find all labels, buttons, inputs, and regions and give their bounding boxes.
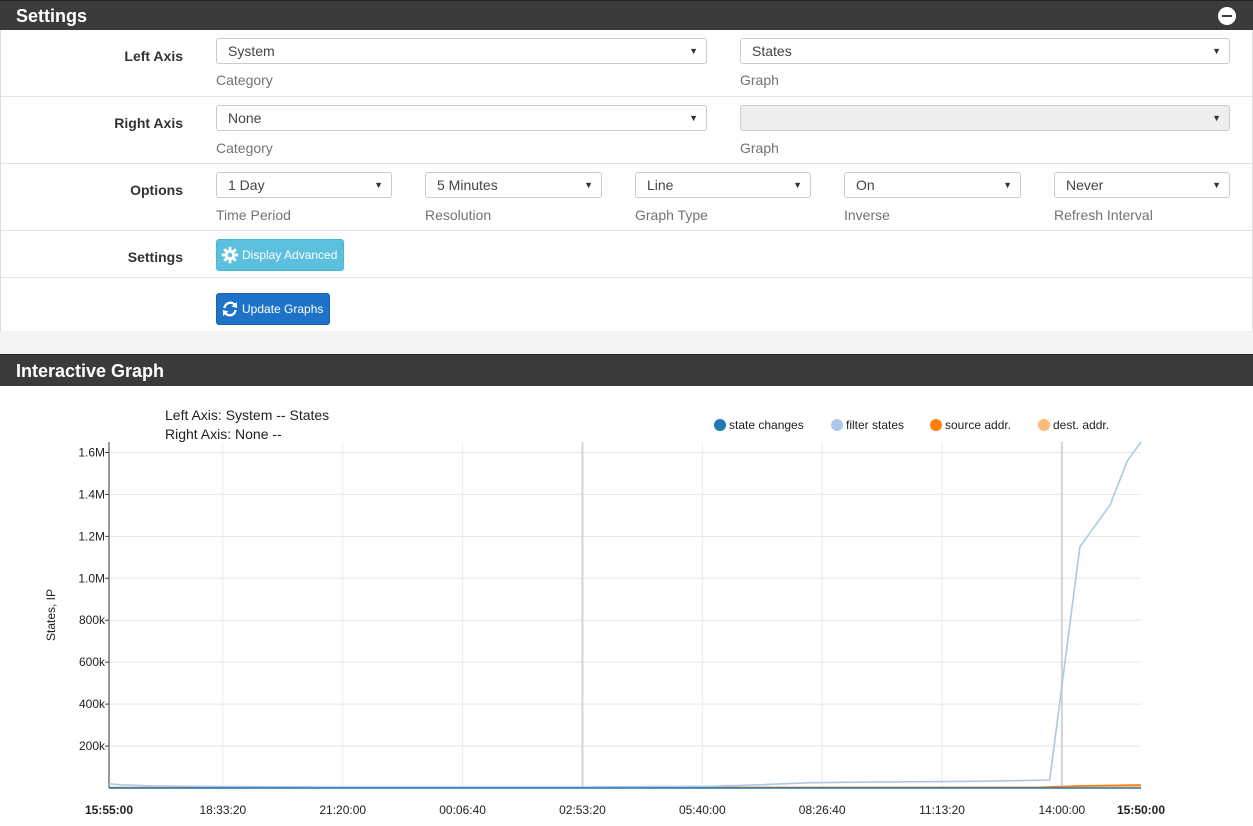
line-chart[interactable]: 200k 400k 600k 800k 1.0M 1.2M 1.4M 1.6M 15:55:00… [0, 386, 1253, 825]
legend-label: dest. addr. [1053, 418, 1109, 432]
legend-swatch [930, 419, 942, 431]
inverse-help: Inverse [844, 207, 890, 223]
right-axis-row: Right Axis None ▼ Category ▼ Graph [1, 97, 1252, 164]
right-axis-category-select[interactable]: None ▼ [216, 105, 707, 131]
caret-down-icon: ▼ [1212, 113, 1221, 123]
legend-item[interactable]: dest. addr. [1038, 418, 1109, 432]
update-row: Update Graphs [1, 278, 1252, 331]
graph-type-select[interactable]: Line ▼ [635, 172, 811, 198]
refresh-interval-help: Refresh Interval [1054, 207, 1153, 223]
refresh-icon [221, 300, 239, 318]
legend-swatch [1038, 419, 1050, 431]
x-tick-label: 08:26:40 [799, 803, 846, 817]
inverse-value: On [856, 177, 875, 193]
resolution-select[interactable]: 5 Minutes ▼ [425, 172, 602, 198]
time-period-select[interactable]: 1 Day ▼ [216, 172, 392, 198]
x-tick-label: 18:33:20 [200, 803, 247, 817]
legend-item[interactable]: source addr. [930, 418, 1011, 432]
left-axis-label: Left Axis [124, 48, 183, 64]
legend-swatch [714, 419, 726, 431]
y-tick-label: 1.0M [78, 571, 105, 585]
caret-down-icon: ▼ [374, 180, 383, 190]
x-tick-label: 05:40:00 [679, 803, 726, 817]
graph-area: Left Axis: System -- States Right Axis: … [0, 386, 1253, 825]
caret-down-icon: ▼ [1212, 46, 1221, 56]
graph-type-help: Graph Type [635, 207, 708, 223]
resolution-help: Resolution [425, 207, 492, 223]
time-period-value: 1 Day [228, 177, 265, 193]
graph-panel-title: Interactive Graph [16, 361, 165, 381]
refresh-interval-value: Never [1066, 177, 1104, 193]
graph-type-value: Line [647, 177, 674, 193]
caret-down-icon: ▼ [793, 180, 802, 190]
x-tick-label: 15:55:00 [85, 803, 133, 817]
y-tick-label: 200k [79, 739, 106, 753]
settings-panel-body: Left Axis System ▼ Category States ▼ Gra… [0, 30, 1253, 331]
caret-down-icon: ▼ [1003, 180, 1012, 190]
legend-item[interactable]: filter states [831, 418, 904, 432]
legend-swatch [831, 419, 843, 431]
legend-label: source addr. [945, 418, 1011, 432]
x-tick-label: 14:00:00 [1039, 803, 1086, 817]
advanced-label: Settings [127, 249, 183, 265]
caret-down-icon: ▼ [689, 46, 698, 56]
right-axis-graph-select[interactable]: ▼ [740, 105, 1230, 131]
x-tick-label: 00:06:40 [439, 803, 486, 817]
legend-label: filter states [846, 418, 904, 432]
y-axis-title: States, IP [44, 589, 58, 641]
inverse-select[interactable]: On ▼ [844, 172, 1021, 198]
right-axis-graph-help: Graph [740, 140, 779, 156]
left-axis-graph-help: Graph [740, 72, 779, 88]
resolution-value: 5 Minutes [437, 177, 498, 193]
left-axis-category-value: System [228, 43, 275, 59]
x-tick-label: 15:50:00 [1117, 803, 1165, 817]
legend-label: state changes [729, 418, 804, 432]
right-axis-category-help: Category [216, 140, 273, 156]
caret-down-icon: ▼ [1212, 180, 1221, 190]
y-tick-label: 1.4M [78, 487, 105, 501]
gear-icon [221, 246, 239, 264]
y-tick-label: 400k [79, 697, 106, 711]
settings-panel-header: Settings [0, 0, 1253, 30]
graph-panel-header: Interactive Graph [0, 354, 1253, 386]
options-row: Options 1 Day ▼ Time Period 5 Minutes ▼ … [1, 164, 1252, 231]
left-axis-category-help: Category [216, 72, 273, 88]
collapse-icon[interactable] [1218, 7, 1236, 25]
display-advanced-button[interactable]: Display Advanced [216, 239, 345, 271]
x-tick-label: 21:20:00 [319, 803, 366, 817]
x-tick-label: 11:13:20 [919, 803, 965, 817]
time-period-help: Time Period [216, 207, 291, 223]
x-tick-label: 02:53:20 [559, 803, 606, 817]
update-graphs-button[interactable]: Update Graphs [216, 293, 331, 325]
update-graphs-label: Update Graphs [242, 302, 324, 316]
refresh-interval-select[interactable]: Never ▼ [1054, 172, 1230, 198]
advanced-row: Settings Display Advanced [1, 231, 1252, 278]
options-label: Options [130, 182, 183, 198]
left-axis-category-select[interactable]: System ▼ [216, 38, 707, 64]
settings-panel-title: Settings [16, 6, 88, 26]
panel-gap [0, 331, 1253, 354]
caret-down-icon: ▼ [689, 113, 698, 123]
left-axis-graph-select[interactable]: States ▼ [740, 38, 1230, 64]
left-axis-graph-value: States [752, 43, 792, 59]
caret-down-icon: ▼ [584, 180, 593, 190]
right-axis-label: Right Axis [114, 115, 183, 131]
legend-item[interactable]: state changes [714, 418, 804, 432]
y-tick-label: 1.2M [78, 529, 105, 543]
y-tick-label: 800k [79, 613, 106, 627]
right-axis-category-value: None [228, 110, 262, 126]
y-tick-label: 600k [79, 655, 106, 669]
y-tick-label: 1.6M [78, 445, 105, 459]
left-axis-row: Left Axis System ▼ Category States ▼ Gra… [1, 30, 1252, 97]
series-line-filter-states [108, 441, 1142, 788]
display-advanced-label: Display Advanced [242, 248, 338, 262]
